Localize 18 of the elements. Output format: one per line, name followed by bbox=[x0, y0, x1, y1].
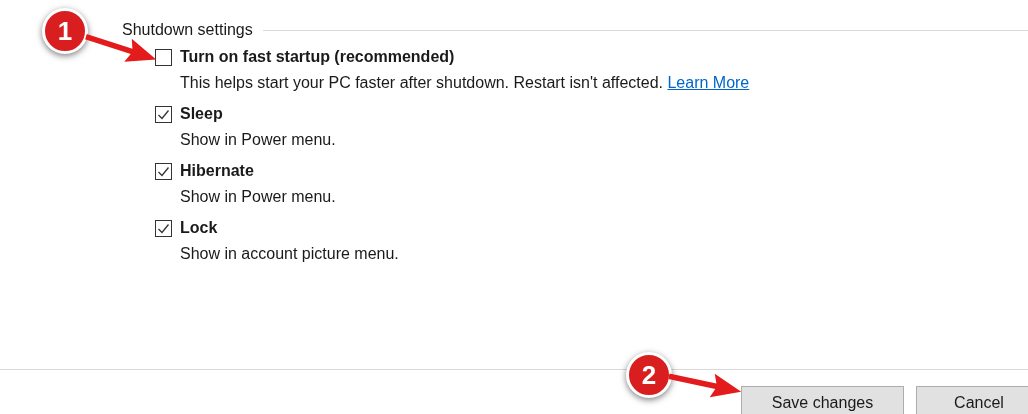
option-description: Show in Power menu. bbox=[179, 130, 337, 150]
option-description: Show in account picture menu. bbox=[179, 244, 400, 264]
option-label[interactable]: Sleep bbox=[180, 102, 223, 126]
option-label[interactable]: Lock bbox=[180, 216, 218, 240]
callout-badge: 1 bbox=[42, 8, 88, 54]
checkbox[interactable] bbox=[155, 105, 172, 123]
dialog-button[interactable]: Save changes bbox=[741, 386, 904, 414]
option-label[interactable]: Hibernate bbox=[180, 159, 254, 183]
checkbox[interactable] bbox=[155, 162, 172, 180]
checkbox[interactable] bbox=[155, 48, 172, 66]
group-title: Shutdown settings bbox=[122, 20, 253, 40]
option-label[interactable]: Turn on fast startup (recommended) bbox=[180, 45, 455, 69]
option-description: This helps start your PC faster after shutdown. Restart isn't affected. Learn More bbox=[179, 73, 751, 93]
learn-more-link[interactable]: Learn More bbox=[667, 74, 750, 91]
option-description: Show in Power menu. bbox=[179, 187, 337, 207]
checkbox[interactable] bbox=[155, 219, 172, 237]
callout-badge: 2 bbox=[626, 352, 672, 398]
dialog-button[interactable]: Cancel bbox=[916, 386, 1028, 414]
